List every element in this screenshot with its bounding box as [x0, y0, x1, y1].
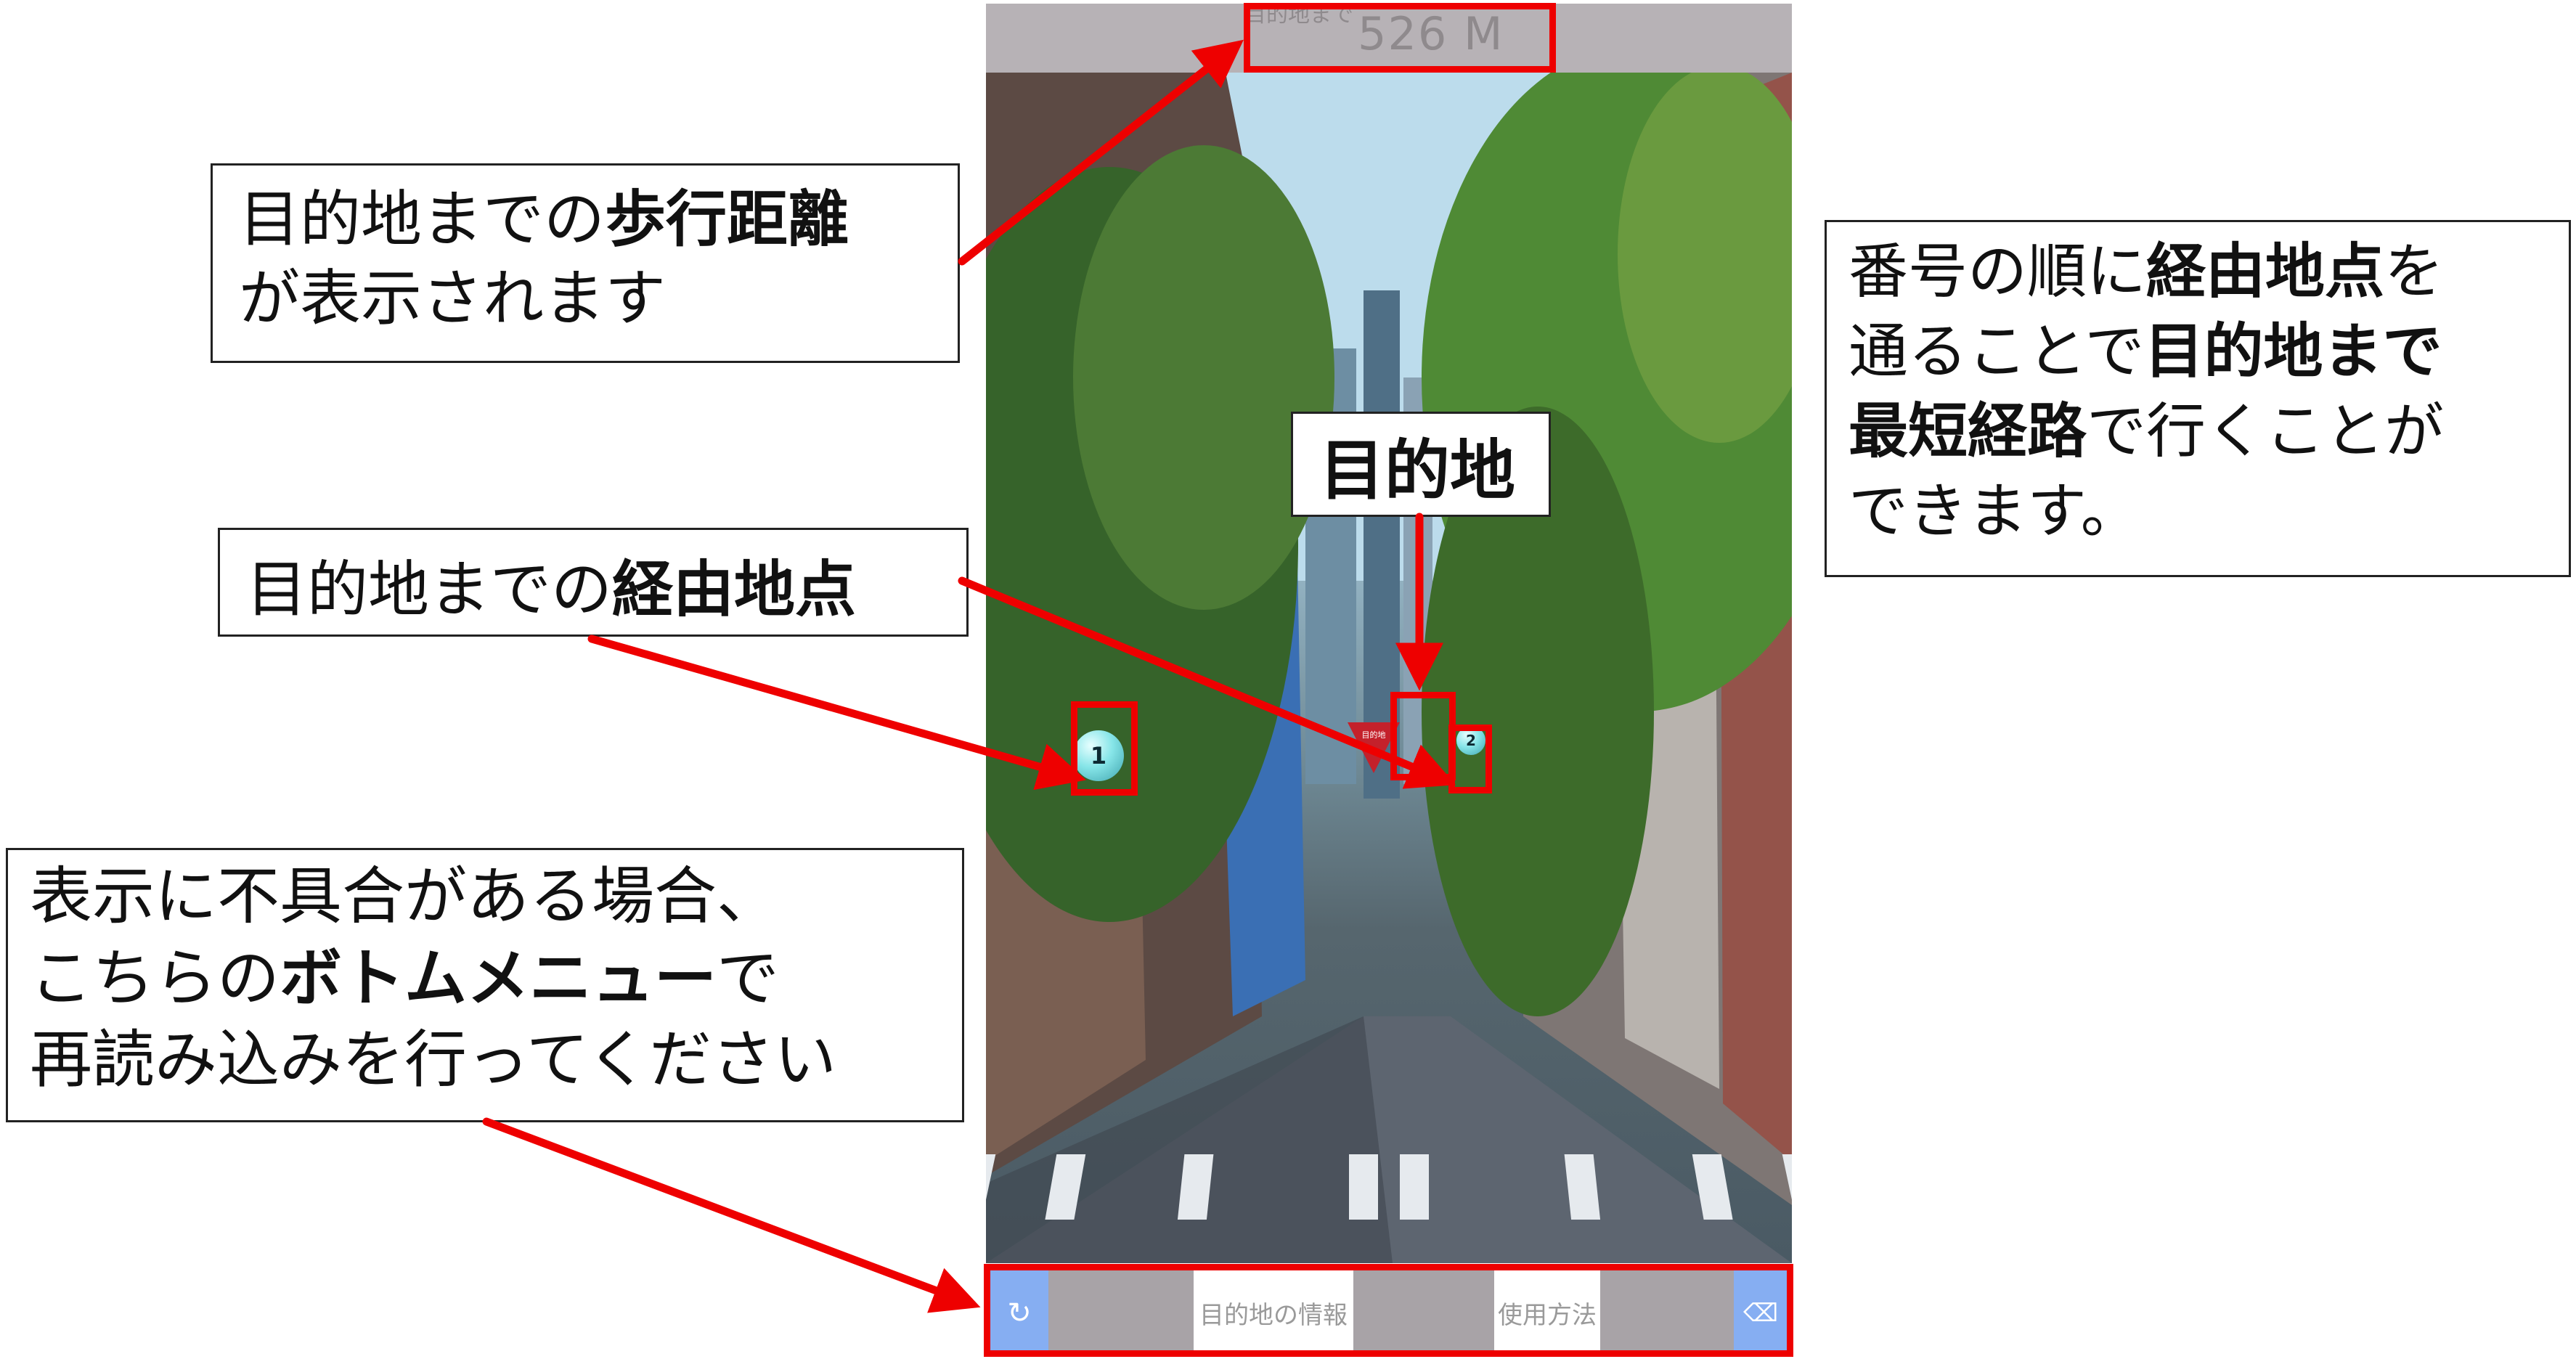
callout-text: が表示されます: [239, 263, 667, 335]
camera-view[interactable]: 1 2 目的地: [986, 73, 1792, 1263]
callout-text: 再読み込みを行ってください: [30, 1024, 837, 1097]
callout-text: 通ることで: [1849, 317, 2145, 386]
callout-bold-text: 歩行距離: [605, 184, 849, 255]
callout-walking-distance: 目的地までの歩行距離 が表示されます: [211, 163, 960, 363]
callout-bottom-menu: 表示に不具合がある場合、 こちらのボトムメニューで 再読み込みを行ってください: [6, 848, 964, 1122]
highlight-bottom-menu: [984, 1264, 1793, 1357]
highlight-waypoint-1: [1071, 701, 1138, 796]
callout-bold-text: 最短経路: [1849, 396, 2087, 466]
callout-text: できます。: [1849, 476, 2140, 546]
callout-bold-text: ボトムメニュー: [280, 942, 717, 1015]
callout-waypoints: 目的地までの経由地点: [218, 528, 969, 637]
callout-bold-text: 経由地点: [2146, 237, 2385, 306]
callout-text: 目的地までの: [239, 184, 606, 255]
callout-text: で: [717, 942, 779, 1015]
street-scene: [986, 73, 1792, 1263]
callout-bold-text: 目的地まで: [2144, 317, 2442, 386]
callout-bold-text: 経由地点: [612, 554, 857, 625]
callout-text: で行くことが: [2087, 396, 2445, 466]
callout-text: を: [2384, 237, 2445, 306]
callout-destination: 目的地: [1291, 412, 1551, 517]
highlight-distance: [1244, 3, 1556, 73]
arrow-to-bottom-menu: [482, 1117, 981, 1313]
callout-text: こちらの: [30, 942, 280, 1015]
highlight-waypoint-2: [1448, 725, 1492, 793]
callout-shortest-route: 番号の順に経由地点を 通ることで目的地まで 最短経路で行くことが できます。: [1825, 220, 2571, 577]
phone-screen: 目的地まで526 M 1 2 目的地 ↻ 目的地の情報 使用方法 ⌫: [986, 2, 1792, 1355]
highlight-destination: [1390, 692, 1456, 780]
callout-text: 番号の順に: [1849, 237, 2147, 306]
callout-text: 目的地までの: [246, 554, 613, 625]
callout-text: 表示に不具合がある場合、: [30, 860, 779, 933]
